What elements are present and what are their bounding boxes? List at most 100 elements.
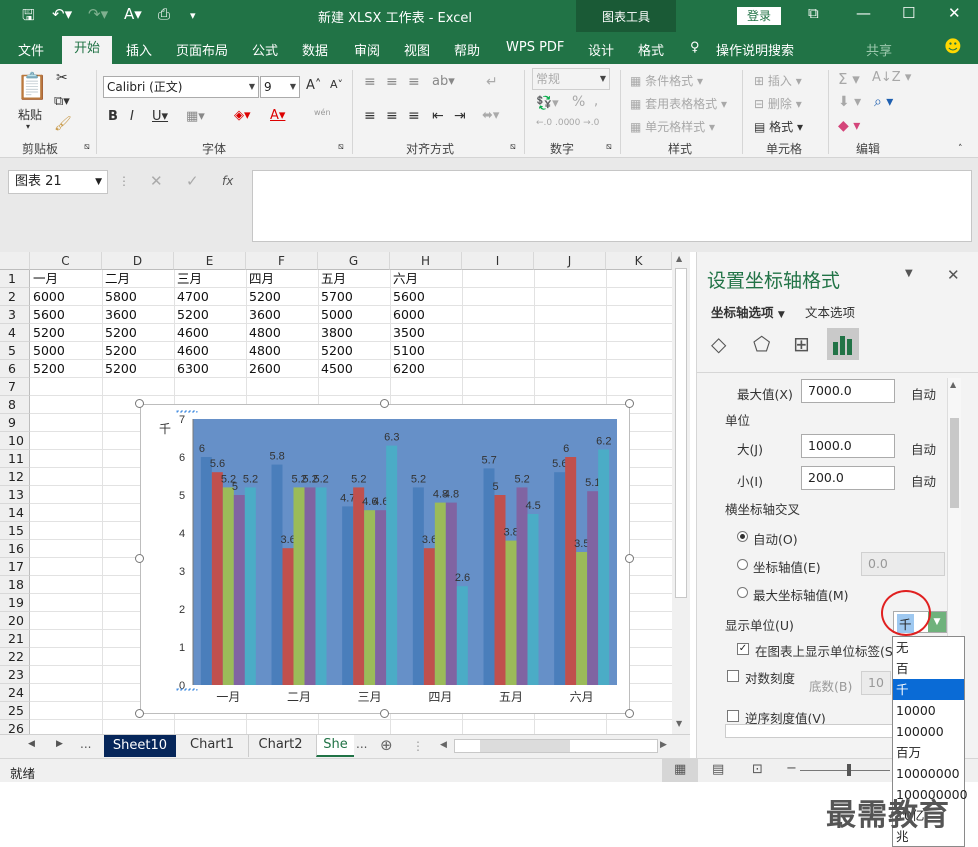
tab-page-layout[interactable]: 页面布局 bbox=[176, 40, 228, 59]
log-scale-checkbox[interactable] bbox=[727, 670, 739, 682]
row-header[interactable]: 25 bbox=[0, 702, 30, 720]
max-input[interactable]: 7000.0 bbox=[801, 379, 895, 403]
tab-help[interactable]: 帮助 bbox=[454, 40, 480, 59]
sheet-tab-current[interactable]: She bbox=[316, 735, 354, 757]
table-cell[interactable]: 5200 bbox=[318, 342, 353, 360]
tab-design[interactable]: 设计 bbox=[588, 40, 614, 59]
grow-font-icon[interactable]: A˄ bbox=[306, 78, 321, 93]
row-header[interactable]: 16 bbox=[0, 540, 30, 558]
percent-icon[interactable]: % bbox=[572, 94, 585, 110]
tab-split-grip-icon[interactable]: ⋮ bbox=[412, 739, 424, 753]
merge-center-icon[interactable]: ⬌▾ bbox=[482, 108, 499, 123]
scroll-down-icon[interactable]: ▼ bbox=[676, 719, 682, 728]
x-tick-label[interactable]: 六月 bbox=[570, 690, 594, 704]
align-right-icon[interactable]: ≡ bbox=[408, 108, 420, 124]
tab-format[interactable]: 格式 bbox=[638, 40, 664, 59]
more-sheets-button[interactable]: ... bbox=[80, 737, 91, 751]
resize-handle[interactable] bbox=[380, 709, 389, 718]
data-label[interactable]: 5.2 bbox=[243, 473, 258, 485]
data-label[interactable]: 5 bbox=[493, 481, 499, 493]
minor-unit-input[interactable]: 200.0 bbox=[801, 466, 895, 490]
font-name-combo[interactable]: Calibri (正文) ▼ bbox=[103, 76, 259, 98]
column-header[interactable]: C bbox=[30, 252, 102, 270]
share-button[interactable]: 共享 bbox=[866, 40, 892, 59]
table-cell[interactable]: 6000 bbox=[30, 288, 65, 306]
data-label[interactable]: 4.5 bbox=[526, 500, 541, 512]
table-cell[interactable]: 三月 bbox=[174, 270, 202, 288]
table-cell[interactable]: 5200 bbox=[30, 324, 65, 342]
cross-auto-radio[interactable] bbox=[737, 531, 748, 542]
chart-bar[interactable] bbox=[271, 464, 283, 685]
hscroll-right-icon[interactable]: ▶ bbox=[660, 740, 667, 750]
row-header[interactable]: 13 bbox=[0, 486, 30, 504]
chart-bar[interactable] bbox=[222, 487, 234, 685]
format-painter-qa-icon[interactable]: A▾ bbox=[124, 5, 142, 23]
major-unit-input[interactable]: 1000.0 bbox=[801, 434, 895, 458]
chart-bar[interactable] bbox=[587, 491, 599, 685]
data-label[interactable]: 6 bbox=[199, 443, 205, 455]
display-unit-label[interactable]: 千 bbox=[159, 422, 171, 436]
scroll-up-icon[interactable]: ▲ bbox=[676, 254, 682, 263]
wrap-text-icon[interactable]: ↵ bbox=[486, 74, 498, 90]
reverse-order-checkbox[interactable] bbox=[727, 710, 739, 722]
chart-bar[interactable] bbox=[483, 468, 495, 685]
y-tick-label[interactable]: 2 bbox=[179, 604, 185, 616]
sheet-tab-chart2[interactable]: Chart2 bbox=[248, 735, 312, 757]
chart-bar[interactable] bbox=[505, 540, 517, 685]
scroll-thumb[interactable] bbox=[675, 268, 687, 598]
number-format-combo[interactable]: 常规 ▼ bbox=[532, 68, 610, 90]
new-sheet-icon[interactable]: ⊕ bbox=[380, 736, 393, 754]
row-header[interactable]: 21 bbox=[0, 630, 30, 648]
table-cell[interactable]: 4600 bbox=[174, 324, 209, 342]
page-layout-view-icon[interactable]: ▤ bbox=[712, 762, 724, 777]
conditional-format-button[interactable]: ▦ 条件格式 ▾ bbox=[630, 72, 703, 89]
align-top-icon[interactable]: ≡ bbox=[364, 74, 376, 90]
zoom-slider-thumb[interactable] bbox=[847, 764, 851, 776]
enter-icon[interactable]: ✓ bbox=[186, 172, 199, 190]
chart-bar[interactable] bbox=[554, 472, 566, 685]
chart-bar[interactable] bbox=[598, 449, 610, 685]
resize-handle[interactable] bbox=[135, 709, 144, 718]
row-header[interactable]: 20 bbox=[0, 612, 30, 630]
font-color-icon[interactable]: A▾ bbox=[270, 108, 285, 123]
data-label[interactable]: 5.2 bbox=[314, 473, 329, 485]
chart-bar[interactable] bbox=[516, 487, 528, 685]
minimize-icon[interactable]: — bbox=[856, 4, 871, 22]
axis-selection-line[interactable] bbox=[176, 410, 198, 413]
chart-bar[interactable] bbox=[244, 487, 256, 685]
cut-icon[interactable]: ✂ bbox=[56, 70, 68, 86]
chart-object[interactable]: 0 1 2 3 4 5 6 7 千一月 二月 三月 四月 五月 六月 6 5.8 4.7 5.2 5.7 5.6 5.6… bbox=[140, 404, 630, 714]
clear-icon[interactable]: ◆ ▾ bbox=[838, 118, 860, 134]
chart-bar[interactable] bbox=[423, 548, 435, 685]
prev-sheet-icon[interactable]: ◀ bbox=[28, 739, 35, 749]
format-as-table-button[interactable]: ▦ 套用表格格式 ▾ bbox=[630, 95, 727, 112]
row-header[interactable]: 8 bbox=[0, 396, 30, 414]
row-header[interactable]: 3 bbox=[0, 306, 30, 324]
chart-bar[interactable] bbox=[200, 457, 212, 685]
dropdown-option[interactable]: 百 bbox=[893, 658, 964, 679]
paste-icon[interactable]: 📋 bbox=[16, 72, 48, 102]
row-header[interactable]: 7 bbox=[0, 378, 30, 396]
chart-bar[interactable] bbox=[304, 487, 316, 685]
dropdown-option[interactable]: 百万 bbox=[893, 742, 964, 763]
align-middle-icon[interactable]: ≡ bbox=[386, 74, 398, 90]
table-cell[interactable]: 5000 bbox=[318, 306, 353, 324]
chart-bar[interactable] bbox=[293, 487, 305, 685]
table-cell[interactable]: 3600 bbox=[246, 306, 281, 324]
column-header[interactable]: G bbox=[318, 252, 390, 270]
row-header[interactable]: 14 bbox=[0, 504, 30, 522]
shrink-font-icon[interactable]: A˅ bbox=[330, 78, 343, 91]
bold-icon[interactable]: B bbox=[108, 109, 118, 124]
pane-options-icon[interactable]: ▼ bbox=[905, 268, 913, 279]
tab-formulas[interactable]: 公式 bbox=[252, 40, 278, 59]
cross-max-radio[interactable] bbox=[737, 587, 748, 598]
login-button[interactable]: 登录 bbox=[737, 7, 781, 25]
indent-increase-icon[interactable]: ⇥ bbox=[454, 108, 466, 124]
alignment-launcher-icon[interactable]: ⧅ bbox=[510, 142, 516, 152]
data-label[interactable]: 6 bbox=[563, 443, 569, 455]
insert-cells-button[interactable]: ⊞ 插入 ▾ bbox=[754, 72, 802, 89]
x-tick-label[interactable]: 三月 bbox=[358, 690, 382, 704]
dropdown-option[interactable]: 无 bbox=[893, 637, 964, 658]
chart-bar[interactable] bbox=[233, 495, 245, 685]
autosum-icon[interactable]: Σ ▾ bbox=[838, 70, 860, 88]
